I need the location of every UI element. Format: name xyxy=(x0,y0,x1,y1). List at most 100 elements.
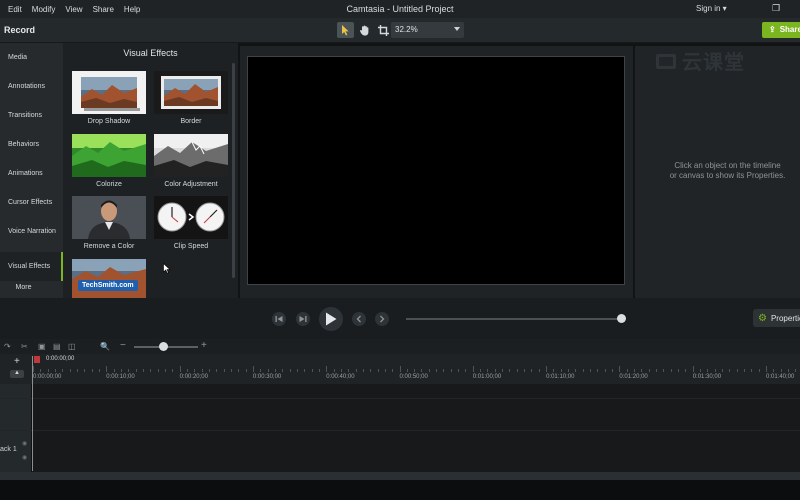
menu-edit[interactable]: Edit xyxy=(8,5,22,14)
previous-marker-icon[interactable] xyxy=(352,312,366,326)
menu-help[interactable]: Help xyxy=(124,5,140,14)
effect-label: Clip Speed xyxy=(173,243,209,250)
paste-icon[interactable]: ▤ xyxy=(53,342,61,351)
ruler-tick-mark xyxy=(575,369,577,372)
step-back-icon[interactable] xyxy=(272,312,286,326)
ruler-tick-mark xyxy=(458,369,460,372)
ruler-tick-label: 0:00:50;00 xyxy=(399,374,428,380)
track-label[interactable]: ack 1 xyxy=(0,446,17,453)
panel-scrollbar[interactable] xyxy=(232,63,235,278)
effect-color-adjustment[interactable]: Color Adjustment xyxy=(154,134,228,188)
menu-share[interactable]: Share xyxy=(93,5,114,14)
ruler-tick-mark xyxy=(260,369,262,372)
sidebar-item-behaviors[interactable]: Behaviors xyxy=(0,130,63,159)
sidebar-item-annotations[interactable]: Annotations xyxy=(0,72,63,101)
copy-icon[interactable]: ▣ xyxy=(38,342,46,351)
split-icon[interactable]: ◫ xyxy=(68,342,76,351)
sign-in-button[interactable]: Sign in ▾ xyxy=(696,4,727,13)
ruler-tick-mark xyxy=(289,369,291,372)
ruler-tick-mark xyxy=(465,369,467,372)
effect-techsmith-item[interactable]: TechSmith.com xyxy=(72,259,146,298)
ruler-tick-mark xyxy=(641,369,643,372)
pan-hand-icon[interactable] xyxy=(356,22,373,38)
next-marker-icon[interactable] xyxy=(375,312,389,326)
ruler-tick-mark xyxy=(304,369,306,372)
ruler-tick-mark xyxy=(524,369,526,372)
lock-icon[interactable]: ◉ xyxy=(22,440,27,447)
eye-icon[interactable]: ◉ xyxy=(22,454,27,461)
sidebar-item-animations[interactable]: Animations xyxy=(0,159,63,188)
sidebar-item-cursor-effects[interactable]: Cursor Effects xyxy=(0,188,63,217)
watermark-logo: 云课堂 xyxy=(655,46,745,75)
ruler-tick-mark xyxy=(597,369,599,372)
effect-drop-shadow[interactable]: Drop Shadow xyxy=(72,71,146,125)
ruler-tick-mark xyxy=(428,369,430,372)
tools-sidebar: Media Annotations Transitions Behaviors … xyxy=(0,43,63,298)
ruler-tick-label: 0:01:30;00 xyxy=(692,374,722,380)
ruler-tick-label: 0:01:10;00 xyxy=(546,374,575,380)
menu-view[interactable]: View xyxy=(65,5,82,14)
sidebar-item-voice-narration[interactable]: Voice Narration xyxy=(0,217,63,246)
add-track-icon[interactable]: + xyxy=(14,356,20,367)
crop-icon[interactable] xyxy=(375,22,392,38)
ruler-tick-label: 0:00:30;00 xyxy=(252,374,282,380)
ruler-tick-mark xyxy=(223,369,225,372)
ruler-tick-mark xyxy=(714,369,716,372)
ruler-tick-mark xyxy=(766,366,767,372)
play-button[interactable] xyxy=(319,307,343,331)
cut-icon[interactable]: ✂ xyxy=(21,342,28,351)
ruler-tick-mark xyxy=(414,369,416,372)
menu-bar: Edit Modify View Share Help Camtasia - U… xyxy=(0,0,800,18)
playhead-time: 0:00:00;00 xyxy=(46,356,75,362)
share-label: Share xyxy=(779,25,800,34)
ruler-tick-mark xyxy=(164,369,166,372)
effect-border[interactable]: Border xyxy=(154,71,228,125)
timeline-zoom-handle[interactable] xyxy=(158,342,168,351)
sidebar-item-transitions[interactable]: Transitions xyxy=(0,101,63,130)
effect-colorize[interactable]: Colorize xyxy=(72,134,146,188)
ruler-tick-mark xyxy=(399,366,401,372)
track-divider xyxy=(0,430,800,431)
ruler-tick-mark xyxy=(670,369,672,372)
ruler-tick-mark xyxy=(590,369,592,372)
zoom-level-select[interactable]: 32.2% xyxy=(391,22,464,38)
sidebar-item-label: Annotations xyxy=(8,83,45,90)
sidebar-more-button[interactable]: More xyxy=(0,284,63,298)
share-button[interactable]: ⇪ Share xyxy=(762,22,800,38)
ruler-tick-mark xyxy=(252,366,254,372)
ruler-tick-mark xyxy=(480,369,482,372)
effect-clip-speed[interactable]: Clip Speed xyxy=(154,196,228,250)
ruler-tick-mark xyxy=(406,369,408,372)
playhead-handle[interactable] xyxy=(34,356,40,363)
zoom-in-icon[interactable]: + xyxy=(201,340,207,351)
sidebar-item-media[interactable]: Media xyxy=(0,43,63,72)
preview-canvas[interactable] xyxy=(247,56,625,285)
effect-thumbnail xyxy=(154,196,228,239)
window-restore-icon[interactable]: ❐ xyxy=(772,3,782,13)
menu-modify[interactable]: Modify xyxy=(32,5,56,14)
properties-button-label: Properties xyxy=(770,313,800,323)
effect-label: Colorize xyxy=(96,181,122,188)
ruler-tick-mark xyxy=(62,369,64,372)
ruler-tick-mark xyxy=(780,369,782,372)
zoom-out-icon[interactable]: − xyxy=(120,340,126,351)
timeline-scrollbar[interactable] xyxy=(0,472,800,480)
ruler-tick-mark xyxy=(751,369,753,372)
scrub-track[interactable] xyxy=(406,318,622,320)
record-button[interactable]: Record xyxy=(4,25,35,35)
ruler-tick-mark xyxy=(370,369,372,372)
ruler-tick-label: 0:01:00;00 xyxy=(472,374,502,380)
scrub-handle[interactable] xyxy=(617,314,626,323)
properties-button[interactable]: ⚙ Properties xyxy=(753,309,800,327)
collapse-tracks-icon[interactable]: ▲ xyxy=(10,370,24,378)
sidebar-item-visual-effects[interactable]: Visual Effects xyxy=(0,252,63,281)
select-tool-icon[interactable] xyxy=(337,22,354,38)
step-forward-icon[interactable] xyxy=(296,312,310,326)
ruler-tick-mark xyxy=(560,369,562,372)
ruler-tick-mark xyxy=(33,366,34,372)
ruler-tick-mark xyxy=(531,369,533,372)
ruler-tick-mark xyxy=(54,369,56,372)
redo-icon[interactable]: ↷ xyxy=(4,342,11,351)
search-icon[interactable]: 🔍 xyxy=(100,342,110,351)
effect-remove-a-color[interactable]: Remove a Color xyxy=(72,196,146,250)
